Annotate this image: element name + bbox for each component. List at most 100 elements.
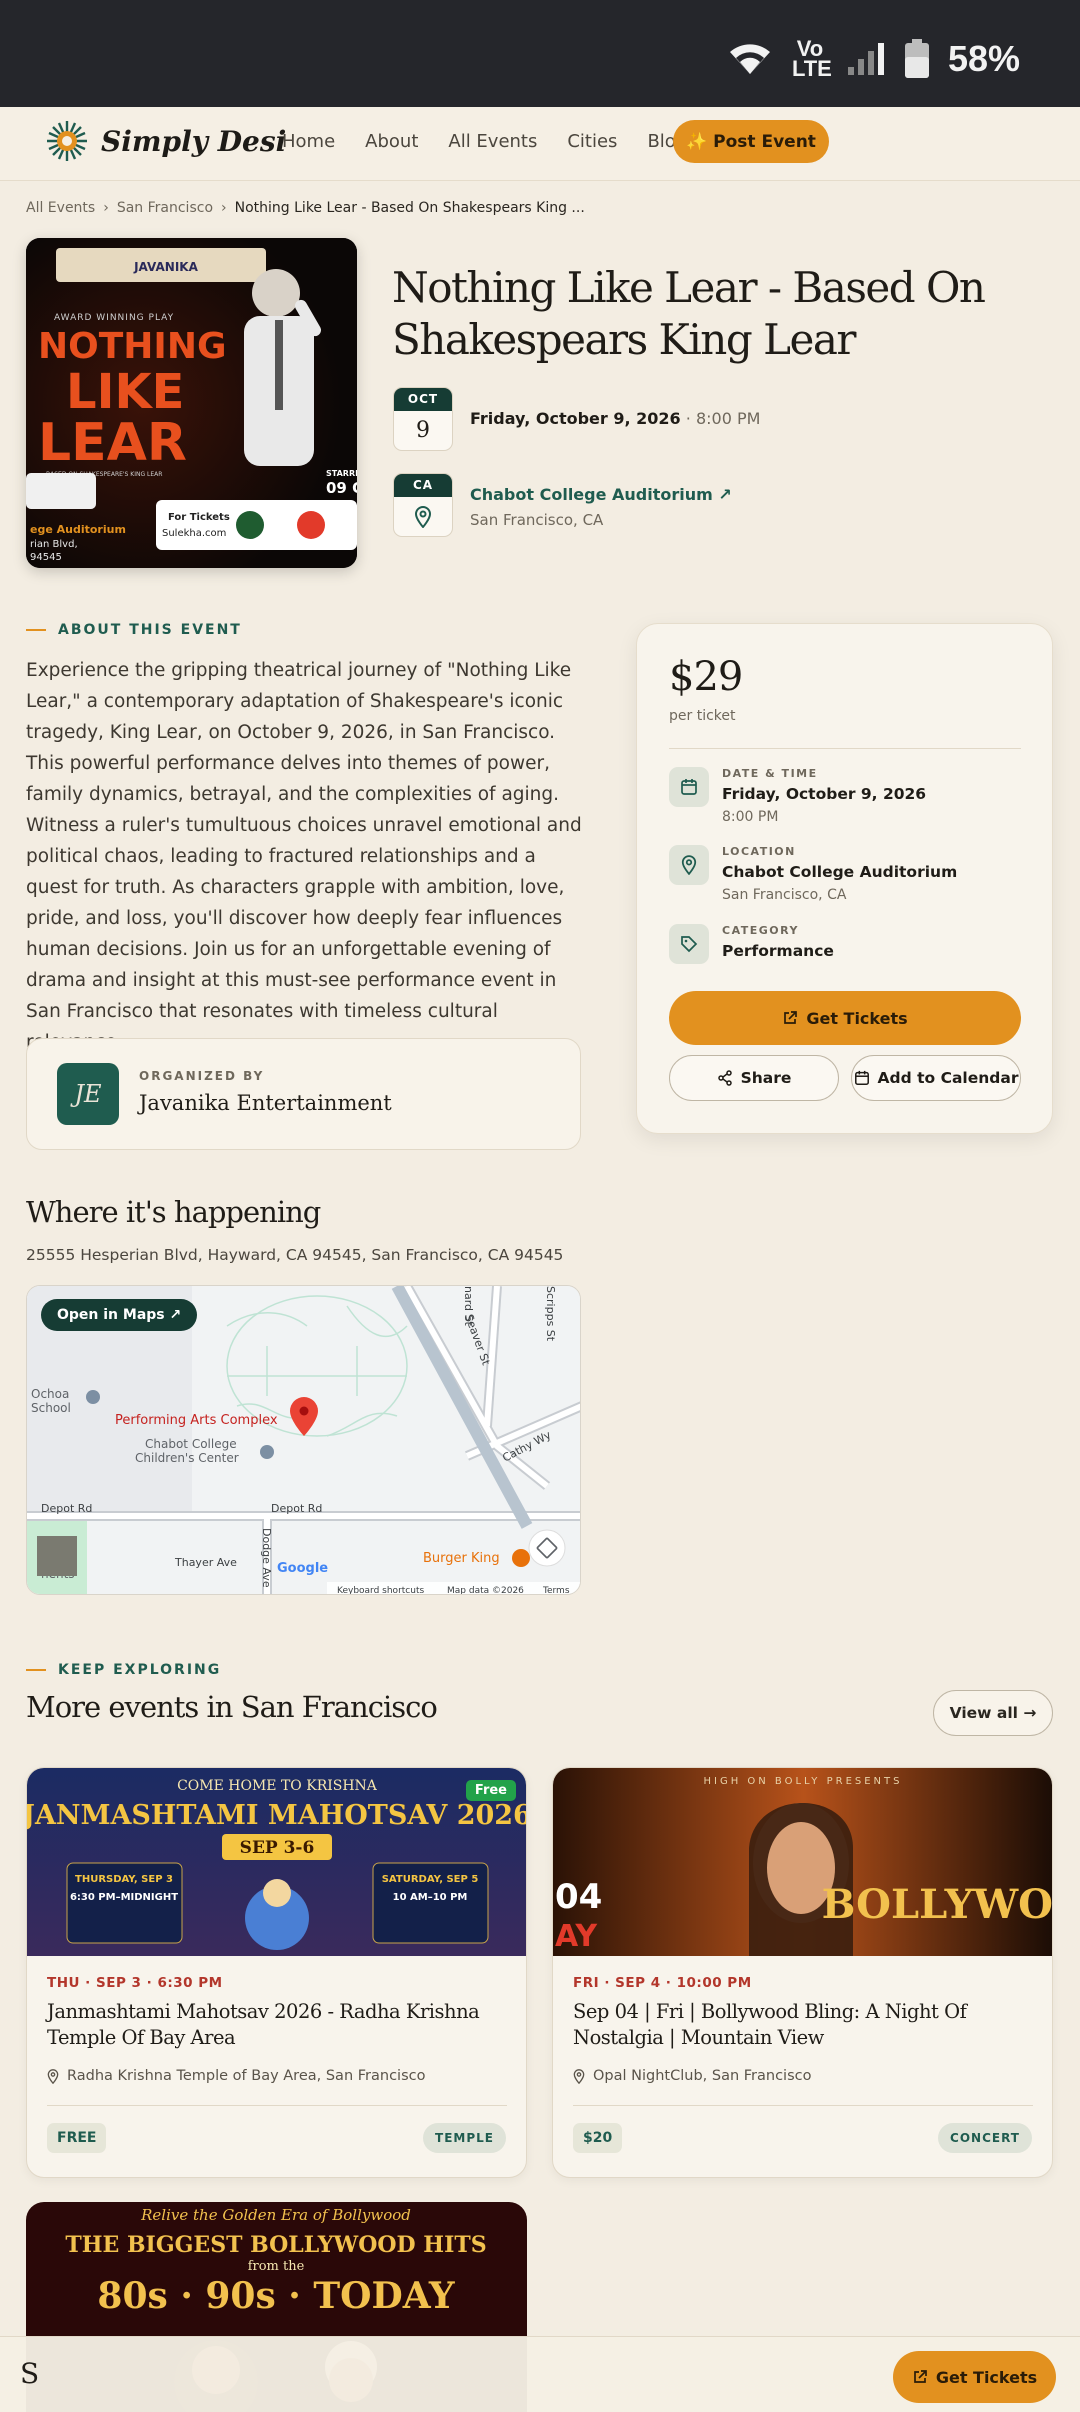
share-icon [717,1070,732,1086]
google-logo: Google [277,1561,328,1576]
location-pin-icon [669,845,709,885]
bottom-get-tickets-button[interactable]: Get Tickets [893,2351,1056,2403]
site-logo[interactable]: Simply Desi [45,119,286,163]
map-label-poi: Performing Arts Complex [115,1413,278,1428]
get-tickets-label: Get Tickets [806,1008,908,1028]
card2-img-word: BOLLYWO [822,1881,1053,1928]
embedded-map[interactable]: Performing Arts Complex Ochoa School Cha… [26,1285,581,1595]
map-attrib-terms: Terms [542,1586,570,1595]
card1-img-left-time: 6:30 PM–MIDNIGHT [70,1892,178,1903]
breadcrumb-city[interactable]: San Francisco [117,200,213,216]
event-card-image: HIGH ON BOLLY PRESENTS 04 AY BOLLYWO [553,1768,1053,1956]
divider [47,2105,507,2106]
map-tiles: Performing Arts Complex Ochoa School Cha… [27,1286,580,1595]
poster-line3: LEAR [38,413,187,473]
get-tickets-button[interactable]: Get Tickets [669,991,1021,1045]
event-time: 8:00 PM [695,409,761,428]
calendar-icon [854,1070,869,1085]
organizer-avatar: JE [57,1063,119,1125]
card1-img-top: COME HOME TO KRISHNA [177,1778,378,1794]
bottom-get-tickets-label: Get Tickets [935,2367,1038,2387]
open-in-maps-button[interactable]: Open in Maps ↗ [41,1299,198,1331]
view-all-button[interactable]: View all → [933,1690,1053,1736]
date-chip-month: OCT [394,388,452,411]
ticket-card: $29 per ticket DATE & TIME Friday, Octob… [636,623,1053,1134]
post-event-button[interactable]: ✨ Post Event [673,120,829,163]
map-label-road2: Depot Rd [271,1502,322,1515]
poster-art: JAVANIKA AWARD WINNING PLAY NOTHING LIKE… [26,238,357,568]
event-card-location: Opal NightClub, San Francisco [573,2068,811,2084]
event-card-date: FRI · SEP 4 · 10:00 PM [573,1975,752,1991]
breadcrumb-all-events[interactable]: All Events [26,200,95,216]
more-events-title: More events in San Francisco [26,1690,438,1724]
organizer-label: ORGANIZED BY [139,1069,265,1083]
event-card[interactable]: HIGH ON BOLLY PRESENTS 04 AY BOLLYWO FRI… [552,1767,1053,2178]
date-chip-day: 9 [416,418,430,443]
poster-line2: LIKE [66,364,184,420]
venue-link[interactable]: Chabot College Auditorium ↗ [470,485,732,504]
card1-img-right-day: SATURDAY, SEP 5 [382,1874,479,1885]
main-nav: Home About All Events Cities Blogs [282,131,697,152]
free-badge: Free [465,1780,516,1801]
event-card-date: THU · SEP 3 · 6:30 PM [47,1975,223,1991]
nav-cities[interactable]: Cities [567,131,617,152]
nav-home[interactable]: Home [282,131,335,152]
poster-date-fragment: 09 O [326,479,357,497]
poster-line1: NOTHING [38,326,227,367]
ticket-date-label: DATE & TIME [722,767,818,780]
where-address: 25555 Hesperian Blvd, Hayward, CA 94545,… [26,1246,564,1264]
poster-address-fragment: rian Blvd, [30,539,78,550]
add-to-calendar-label: Add to Calendar [877,1069,1019,1087]
event-card-category-tag: CONCERT [938,2123,1032,2153]
breadcrumb-current: Nothing Like Lear - Based On Shakespears… [234,200,585,216]
card1-img-right-time: 10 AM–10 PM [393,1892,468,1903]
poster-top-logo: JAVANIKA [133,260,199,274]
nav-all-events[interactable]: All Events [448,131,537,152]
wifi-icon [729,44,770,74]
ticket-location-value: Chabot College Auditorium [722,863,958,881]
external-link-icon [784,1011,798,1024]
ticket-category-label: CATEGORY [722,924,799,937]
card2-img-day: AY [555,1919,598,1954]
map-label-road3: Thayer Ave [174,1556,237,1569]
bottom-bar-title-fragment: S [20,2357,40,2390]
site-header: Simply Desi Home About All Events Cities… [0,107,1080,181]
poster-tagline: AWARD WINNING PLAY [54,313,174,323]
map-label-school1: Ochoa [31,1387,69,1401]
logo-text: Simply Desi [101,124,287,158]
calendar-icon [669,767,709,807]
add-to-calendar-button[interactable]: Add to Calendar [851,1055,1021,1101]
battery-icon [904,39,929,78]
external-link-icon [913,2370,927,2383]
sticky-bottom-bar: S Get Tickets [0,2336,1080,2412]
card2-img-top: HIGH ON BOLLY PRESENTS [703,1776,902,1787]
keep-exploring-eyebrow: KEEP EXPLORING [26,1662,221,1678]
card3-img-from: from the [248,2259,305,2274]
where-title: Where it's happening [26,1195,321,1229]
event-title: Nothing Like Lear - Based On Shakespears… [392,263,986,364]
event-card-title: Janmashtami Mahotsav 2026 - Radha Krishn… [47,2000,480,2049]
card3-img-top: Relive the Golden Era of Bollywood [140,2206,411,2224]
event-poster: JAVANIKA AWARD WINNING PLAY NOTHING LIKE… [26,238,357,568]
map-attrib-shortcuts: Keyboard shortcuts [337,1586,424,1595]
card3-img-title: THE BIGGEST BOLLYWOOD HITS [65,2232,486,2258]
organizer-card[interactable]: JE ORGANIZED BY Javanika Entertainment [26,1038,581,1150]
share-button[interactable]: Share [669,1055,839,1101]
breadcrumb-separator: › [221,200,227,216]
map-label-road1: Depot Rd [41,1502,92,1515]
poster-zip-fragment: 94545 [30,552,62,563]
divider [573,2105,1033,2106]
nav-about[interactable]: About [365,131,418,152]
card1-img-dates: SEP 3-6 [240,1838,315,1858]
map-label-road4: Dodge Ave [260,1528,273,1588]
status-bar: Vo LTE 58% [0,0,1080,107]
map-label-food: Burger King [423,1551,500,1566]
location-chip-state: CA [394,474,452,497]
share-label: Share [740,1069,792,1087]
event-card[interactable]: COME HOME TO KRISHNA JANMASHTAMI MAHOTSA… [26,1767,527,2178]
map-label-school1b: School [31,1401,71,1415]
map-label-road8: Scripps St [544,1286,557,1342]
ticket-time-value: 8:00 PM [722,809,779,825]
event-card-price: FREE [47,2123,107,2153]
card3-img-decades: 80s · 90s · TODAY [97,2275,455,2317]
